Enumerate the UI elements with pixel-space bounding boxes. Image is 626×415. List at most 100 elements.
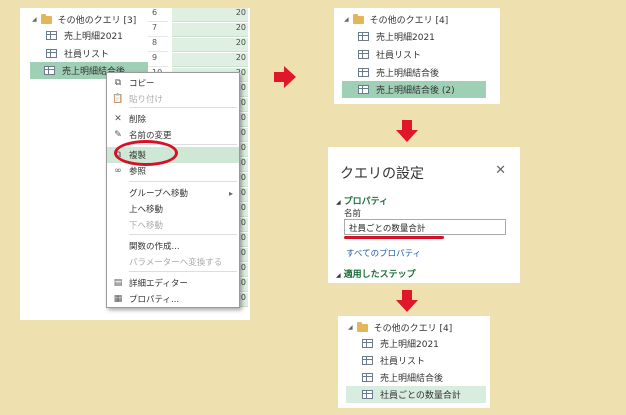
properties-icon: ▦ xyxy=(113,294,123,304)
menu-item-label: 下へ移動 xyxy=(129,221,164,231)
section-label: プロパティ xyxy=(343,197,389,207)
query-item[interactable]: 社員リスト xyxy=(356,46,486,63)
folder-icon xyxy=(352,13,364,24)
caret-down-icon[interactable]: ◢ xyxy=(344,16,349,23)
menu-item: パラメーターへ変換する xyxy=(107,254,239,270)
menu-item[interactable]: ▦ プロパティ... xyxy=(107,291,239,307)
table-icon xyxy=(46,49,57,58)
menu-item-label: 貼り付け xyxy=(129,95,164,105)
menu-item[interactable]: グループへ移動 ▸ xyxy=(107,185,239,201)
menu-item-label: 関数の作成... xyxy=(129,242,180,252)
name-field[interactable]: 社員ごとの数量合計 xyxy=(344,219,506,235)
table-icon xyxy=(358,50,369,59)
caret-down-icon[interactable]: ◢ xyxy=(32,16,37,23)
query-item-label: 売上明細結合後 (2) xyxy=(376,86,455,96)
caret-down-icon: ◢ xyxy=(336,199,341,206)
table-icon xyxy=(362,390,373,399)
all-properties-link[interactable]: すべてのプロパティ xyxy=(346,247,421,259)
row-number: 7 xyxy=(148,23,168,37)
reference-icon: ∞ xyxy=(114,166,122,176)
caret-down-icon[interactable]: ◢ xyxy=(348,324,353,331)
paste-icon: 📋 xyxy=(112,94,124,104)
query-item-label: 売上明細2021 xyxy=(64,32,123,42)
copy-icon: ⧉ xyxy=(114,78,122,88)
query-item[interactable]: 社員リスト xyxy=(44,45,148,62)
name-label: 名前 xyxy=(344,209,362,219)
table-icon xyxy=(362,373,373,382)
menu-item-label: パラメーターへ変換する xyxy=(129,258,223,268)
query-item-label: 売上明細2021 xyxy=(380,340,439,350)
menu-item: 📋 貼り付け xyxy=(107,91,239,107)
folder-icon xyxy=(40,13,52,24)
query-item-label: 売上明細結合後 xyxy=(376,69,440,79)
section-label: 適用したステップ xyxy=(343,270,416,280)
menu-item[interactable]: 上へ移動 xyxy=(107,201,239,217)
menu-item[interactable]: ✕ 削除 xyxy=(107,111,239,127)
menu-item-label: グループへ移動 xyxy=(129,189,188,199)
query-folder[interactable]: ◢ その他のクエリ [3] xyxy=(32,13,136,26)
top-right-query-panel: ◢ その他のクエリ [4] 売上明細2021 社員リスト 売上明細結合後 売上明… xyxy=(334,8,500,104)
menu-item[interactable]: ✎ 名前の変更 xyxy=(107,127,239,143)
folder-label: その他のクエリ [4] xyxy=(373,324,453,334)
menu-item[interactable]: ∞ 参照 xyxy=(107,163,239,179)
table-icon xyxy=(46,31,57,40)
advanced-editor-icon: ▤ xyxy=(113,278,123,288)
table-icon xyxy=(362,356,373,365)
query-item[interactable]: 売上明細2021 xyxy=(356,28,486,45)
arrow-right-icon xyxy=(274,66,296,88)
applied-steps-header[interactable]: ◢ 適用したステップ xyxy=(336,267,416,280)
query-item-label: 社員リスト xyxy=(376,51,422,61)
menu-item-label: 削除 xyxy=(129,115,147,125)
row-number: 6 xyxy=(148,8,168,22)
menu-separator xyxy=(129,181,237,182)
delete-icon: ✕ xyxy=(114,114,122,124)
query-item-label: 社員リスト xyxy=(380,357,426,367)
panel-title: クエリの設定 xyxy=(340,166,424,182)
close-icon[interactable]: ✕ xyxy=(495,163,506,178)
query-item[interactable]: 社員リスト xyxy=(360,352,486,369)
submenu-chevron-icon: ▸ xyxy=(228,188,233,198)
menu-separator xyxy=(129,234,237,235)
menu-item[interactable]: ⧉ コピー xyxy=(107,75,239,91)
query-folder[interactable]: ◢ その他のクエリ [4] xyxy=(344,13,448,26)
row-number: 9 xyxy=(148,53,168,67)
query-item-selected[interactable]: 売上明細結合後 (2) xyxy=(342,81,486,98)
query-item[interactable]: 売上明細2021 xyxy=(44,27,148,44)
query-item-label: 社員ごとの数量合計 xyxy=(380,391,461,401)
menu-item[interactable]: ▤ 詳細エディター xyxy=(107,275,239,291)
row-number: 8 xyxy=(148,38,168,52)
table-icon xyxy=(362,339,373,348)
folder-label: その他のクエリ [4] xyxy=(369,16,449,26)
query-folder[interactable]: ◢ その他のクエリ [4] xyxy=(348,321,452,334)
table-icon xyxy=(358,32,369,41)
query-item-label: 売上明細結合後 xyxy=(380,374,444,384)
menu-item-label: 上へ移動 xyxy=(129,205,164,215)
query-item[interactable]: 売上明細2021 xyxy=(360,335,486,352)
table-icon xyxy=(44,66,55,75)
caret-down-icon: ◢ xyxy=(336,272,341,279)
rename-icon: ✎ xyxy=(114,130,122,140)
properties-header[interactable]: ◢ プロパティ xyxy=(336,194,388,207)
arrow-down-icon xyxy=(396,290,418,312)
query-item[interactable]: 売上明細結合後 xyxy=(360,369,486,386)
table-cell[interactable]: 20 xyxy=(172,38,248,52)
arrow-down-icon xyxy=(396,120,418,142)
folder-icon xyxy=(356,321,368,332)
highlight-ellipse xyxy=(114,140,178,166)
query-item[interactable]: 売上明細結合後 xyxy=(356,64,486,81)
table-icon xyxy=(358,85,369,94)
menu-item[interactable]: 関数の作成... xyxy=(107,238,239,254)
menu-item-label: コピー xyxy=(129,79,155,89)
context-menu: ⧉ コピー 📋 貼り付け ✕ 削除 ✎ 名前の変更 ⧉ 複製 ∞ 参照 グループへ移動 ▸ 上へ移動 下へ移動… xyxy=(106,72,240,308)
folder-label: その他のクエリ [3] xyxy=(57,16,137,26)
table-icon xyxy=(358,68,369,77)
query-settings-panel: クエリの設定 ✕ ◢ プロパティ 名前 社員ごとの数量合計 すべてのプロパティ ◢… xyxy=(328,147,520,283)
table-cell[interactable]: 20 xyxy=(172,23,248,37)
table-cell[interactable]: 20 xyxy=(172,53,248,67)
menu-item-label: プロパティ... xyxy=(129,295,180,305)
query-item-label: 売上明細2021 xyxy=(376,33,435,43)
bottom-right-query-panel: ◢ その他のクエリ [4] 売上明細2021 社員リスト 売上明細結合後 社員ご… xyxy=(338,316,490,408)
table-cell[interactable]: 20 xyxy=(172,8,248,22)
query-item-selected[interactable]: 社員ごとの数量合計 xyxy=(346,386,486,403)
highlight-underline xyxy=(344,236,444,239)
